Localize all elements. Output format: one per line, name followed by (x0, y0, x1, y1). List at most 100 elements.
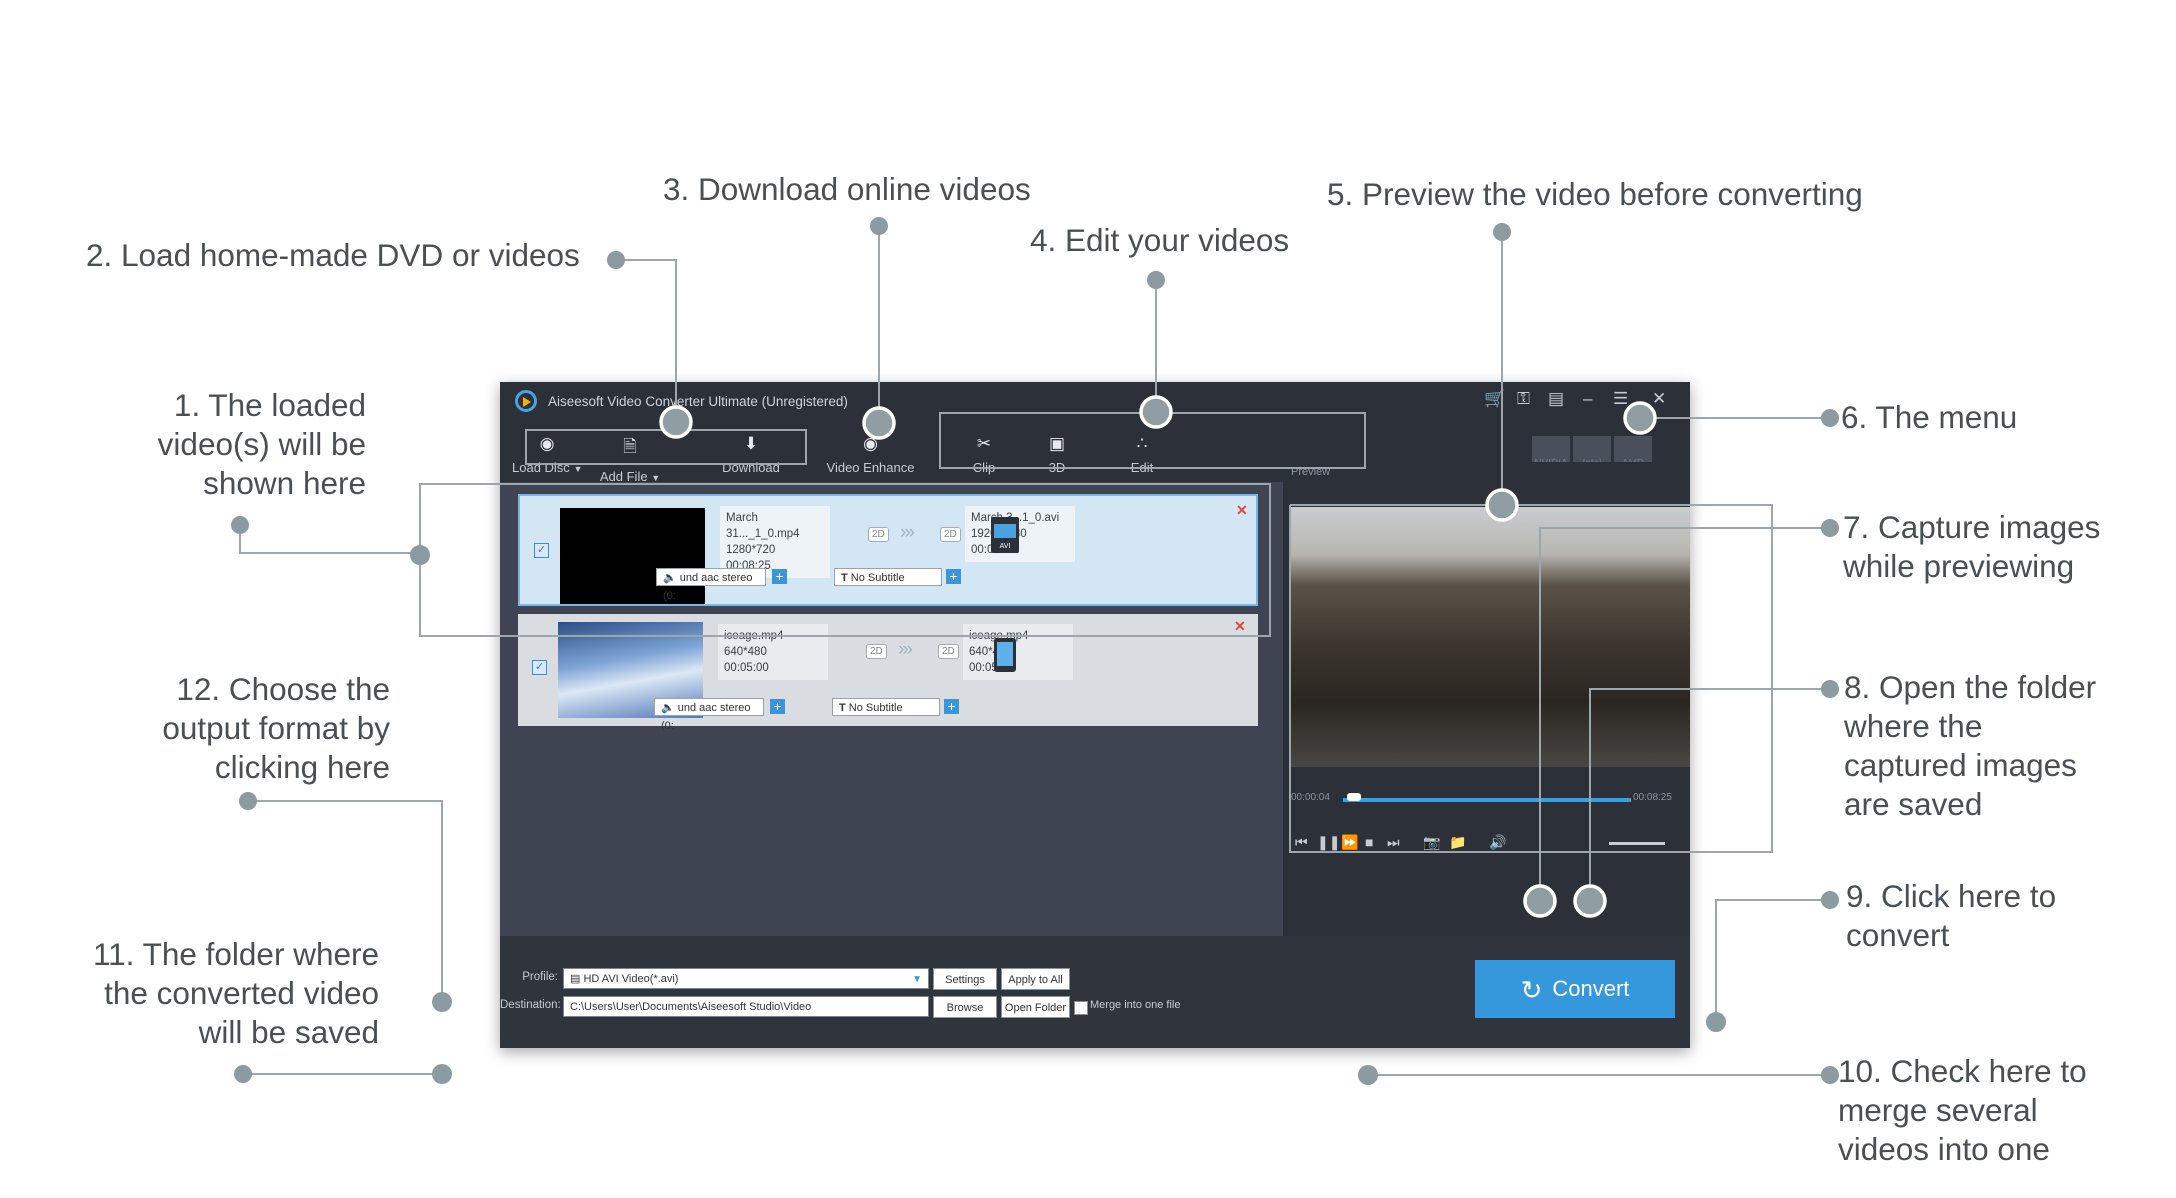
download-button[interactable]: ⬇ Download (716, 428, 786, 476)
callout-2: 2. Load home-made DVD or videos (86, 237, 580, 273)
convert-icon: ↻ (1520, 975, 1543, 1006)
video-enhance-button[interactable]: ◉ Video Enhance (823, 428, 918, 476)
audio-track-select[interactable]: 🔈 und aac stereo (0: (656, 568, 766, 602)
file-checkbox[interactable]: ✓ (534, 543, 549, 558)
callout-8-line-3: captured images (1844, 747, 2077, 783)
fast-forward-icon[interactable]: ⏩ (1341, 834, 1358, 851)
callout-11: 11. The folder where the converted video… (70, 935, 379, 1052)
app-window: Aiseesoft Video Converter Ultimate (Unre… (500, 382, 1690, 1048)
preview-label: Preview (1291, 466, 1331, 478)
callout-5: 5. Preview the video before converting (1327, 176, 1863, 212)
clip-button[interactable]: ✂ Clip (962, 428, 1006, 476)
source-resolution: 1280*720 (726, 544, 776, 556)
target-resolution: 1920*1080 (971, 526, 1069, 542)
close-icon[interactable]: ✕ (1652, 389, 1666, 409)
3d-label: 3D (1048, 460, 1066, 475)
subtitle-select[interactable]: T No Subtitle (832, 698, 940, 716)
merge-label: Merge into one file (1090, 999, 1181, 1011)
source-2d-tag[interactable]: 2D (868, 527, 889, 542)
cart-icon[interactable]: 🛒 (1484, 389, 1505, 409)
remove-file-icon[interactable]: ✕ (1234, 618, 1246, 635)
target-filename: March 3...1_0.avi (971, 512, 1060, 524)
volume-slider[interactable] (1609, 842, 1665, 845)
scissors-icon: ✂ (976, 434, 992, 453)
video-thumbnail (560, 508, 705, 604)
callout-11-line-2: the converted video (104, 975, 379, 1011)
previous-icon[interactable]: ⏮ (1295, 834, 1308, 851)
callout-11-line-3: will be saved (198, 1014, 379, 1050)
callout-6: 6. The menu (1841, 399, 2018, 435)
edit-button[interactable]: ∴ Edit (1120, 428, 1164, 476)
key-icon[interactable]: ⚿ (1517, 389, 1530, 409)
target-info: March 3...1_0.avi 1920*1080 00:08:25 (965, 506, 1075, 562)
add-subtitle-button[interactable]: + (944, 699, 959, 714)
target-2d-tag[interactable]: 2D (938, 644, 959, 659)
subtitle-value: No Subtitle (848, 702, 903, 714)
feedback-icon[interactable]: ▤ (1548, 389, 1564, 409)
callout-9: 9. Click here to convert (1846, 877, 2056, 955)
source-filename: March 31..._1_0.mp4 (726, 512, 800, 540)
remove-file-icon[interactable]: ✕ (1236, 502, 1248, 519)
callout-9-line-1: 9. Click here to (1846, 878, 2057, 914)
window-title: Aiseesoft Video Converter Ultimate (Unre… (548, 394, 848, 409)
folder-icon[interactable]: 📁 (1449, 834, 1466, 851)
convert-button[interactable]: ↻ Convert (1475, 960, 1675, 1018)
video-enhance-icon: ◉ (863, 434, 878, 453)
subtitle-value: No Subtitle (850, 572, 905, 584)
menu-icon[interactable]: ☰ (1613, 389, 1628, 409)
file-checkbox[interactable]: ✓ (532, 660, 547, 675)
open-folder-button[interactable]: Open Folder (1001, 996, 1070, 1018)
callout-10-line-3: videos into one (1838, 1131, 2050, 1167)
current-time: 00:00:04 (1291, 792, 1330, 803)
target-2d-tag[interactable]: 2D (940, 527, 961, 542)
load-disc-button[interactable]: ◉ Load Disc ▼ (512, 428, 582, 476)
format-icon: ▤ (570, 973, 581, 985)
profile-select[interactable]: ▤ HD AVI Video(*.avi) ▼ (563, 968, 929, 989)
progress-track[interactable] (1343, 798, 1631, 802)
next-icon[interactable]: ⏭ (1387, 834, 1400, 851)
stop-icon[interactable]: ■ (1365, 834, 1373, 850)
video-enhance-label: Video Enhance (826, 460, 915, 475)
tablet-format-icon[interactable] (990, 636, 1020, 674)
callout-10-line-2: merge several (1838, 1092, 2038, 1128)
file-list: ✓ March 31..._1_0.mp4 1280*720 00:08:25 … (500, 482, 1278, 936)
chevron-down-icon: ▼ (573, 464, 583, 474)
audio-track-select[interactable]: 🔈 und aac stereo (0: (654, 698, 764, 732)
hd-avi-format-icon[interactable]: AVI (990, 516, 1020, 554)
edit-label: Edit (1130, 460, 1154, 475)
callout-1: 1. The loaded video(s) will be shown her… (100, 386, 366, 503)
add-audio-button[interactable]: + (770, 699, 785, 714)
preview-video (1291, 507, 1690, 767)
callout-7: 7. Capture images while previewing (1843, 508, 2100, 586)
title-bar: Aiseesoft Video Converter Ultimate (Unre… (500, 382, 1690, 422)
merge-checkbox[interactable] (1074, 1001, 1088, 1015)
callout-8-line-1: 8. Open the folder (1844, 669, 2097, 705)
callout-11-line-1: 11. The folder where (92, 936, 379, 972)
camera-icon[interactable]: 📷 (1423, 834, 1440, 851)
3d-button[interactable]: ▣ 3D (1035, 428, 1079, 476)
pause-icon[interactable]: ❚❚ (1317, 834, 1340, 851)
destination-label: Destination: (500, 999, 561, 1011)
download-label: Download (722, 460, 780, 475)
source-2d-tag[interactable]: 2D (866, 644, 887, 659)
convert-arrows-icon: ››› (898, 639, 913, 660)
settings-button[interactable]: Settings (933, 968, 997, 990)
source-info: iceage.mp4 640*480 00:05:00 (718, 624, 828, 680)
annotated-screenshot: 1. The loaded video(s) will be shown her… (0, 0, 2176, 1198)
svg-text:AVI: AVI (1000, 543, 1011, 550)
browse-button[interactable]: Browse (933, 996, 997, 1018)
destination-input[interactable]: C:\Users\User\Documents\Aiseesoft Studio… (563, 996, 929, 1017)
add-audio-button[interactable]: + (772, 569, 787, 584)
callout-12-line-3: clicking here (214, 749, 390, 785)
download-icon: ⬇ (743, 434, 759, 453)
minimize-icon[interactable]: – (1583, 389, 1592, 409)
add-file-button[interactable]: 🗎 Add File ▼ (590, 428, 670, 484)
file-row[interactable]: ✓ iceage.mp4 640*480 00:05:00 2D ››› 2D … (518, 614, 1258, 732)
apply-to-all-button[interactable]: Apply to All (1001, 968, 1070, 990)
progress-knob[interactable] (1346, 793, 1361, 801)
file-row[interactable]: ✓ March 31..._1_0.mp4 1280*720 00:08:25 … (518, 494, 1258, 606)
volume-icon[interactable]: 🔊 (1489, 834, 1506, 851)
subtitle-select[interactable]: T No Subtitle (834, 568, 942, 586)
add-subtitle-button[interactable]: + (946, 569, 961, 584)
app-logo-icon (515, 390, 537, 412)
